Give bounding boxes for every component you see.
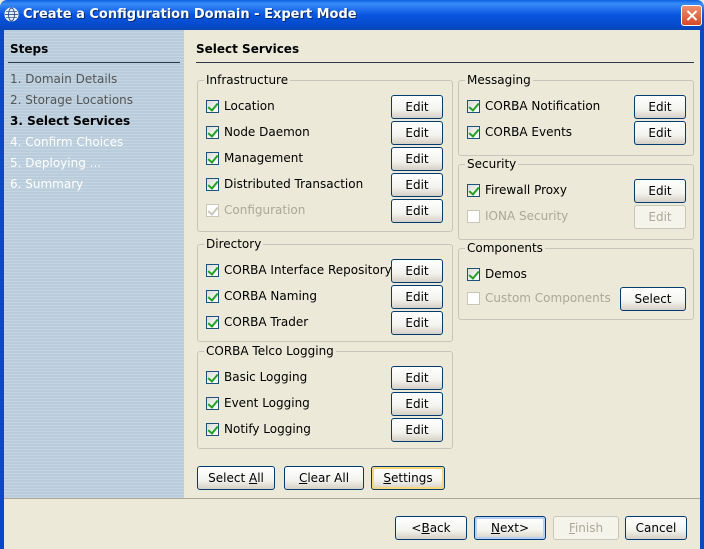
iona-security-checkbox (467, 210, 480, 223)
telco-logging-group: CORBA Telco Logging Basic Logging Edit E… (197, 344, 453, 449)
back-button[interactable]: <Back (395, 516, 467, 540)
edit-firewall-proxy-button[interactable]: Edit (634, 179, 686, 203)
globe-icon (4, 7, 19, 22)
wizard-footer: <Back Next> Finish Cancel (4, 499, 700, 549)
distributed-transaction-checkbox[interactable] (206, 178, 219, 191)
event-logging-checkbox[interactable] (206, 397, 219, 410)
corba-notification-checkbox[interactable] (467, 100, 480, 113)
edit-event-logging-button[interactable]: Edit (391, 392, 443, 416)
window-title: Create a Configuration Domain - Expert M… (23, 7, 357, 22)
infrastructure-group: Infrastructure Location Edit Node Daemon… (197, 73, 453, 232)
step-summary: 6. Summary (10, 177, 84, 191)
group-legend: Messaging (465, 73, 533, 87)
checkbox-label: Custom Components (485, 291, 611, 305)
sidebar-title: Steps (10, 42, 49, 56)
step-select-services: 3. Select Services (10, 114, 131, 128)
interface-repository-checkbox[interactable] (206, 264, 219, 277)
next-button[interactable]: Next> (474, 516, 546, 540)
title-divider (196, 62, 694, 63)
cancel-button[interactable]: Cancel (625, 516, 687, 540)
checkbox-label: CORBA Interface Repository (224, 263, 392, 277)
edit-naming-button[interactable]: Edit (391, 285, 443, 309)
close-icon[interactable] (681, 5, 702, 26)
checkbox-label: Node Daemon (224, 125, 310, 139)
security-group: Security Firewall Proxy Edit IONA Securi… (458, 157, 694, 240)
sidebar-divider (8, 62, 180, 63)
node-daemon-checkbox[interactable] (206, 126, 219, 139)
edit-corba-events-button[interactable]: Edit (634, 121, 686, 145)
window-border-right (700, 30, 704, 549)
edit-basic-logging-button[interactable]: Edit (391, 366, 443, 390)
edit-node-daemon-button[interactable]: Edit (391, 121, 443, 145)
checkbox-label: Distributed Transaction (224, 177, 364, 191)
step-confirm-choices: 4. Confirm Choices (10, 135, 124, 149)
messaging-group: Messaging CORBA Notification Edit CORBA … (458, 73, 694, 156)
steps-list: 1. Domain Details 2. Storage Locations 3… (10, 72, 133, 198)
step-domain-details: 1. Domain Details (10, 72, 118, 86)
trader-checkbox[interactable] (206, 316, 219, 329)
edit-interface-repository-button[interactable]: Edit (391, 259, 443, 283)
checkbox-label: Configuration (224, 203, 306, 217)
checkbox-label: CORBA Notification (485, 99, 601, 113)
settings-button[interactable]: Settings (371, 466, 445, 490)
edit-configuration-button[interactable]: Edit (391, 199, 443, 223)
step-deploying: 5. Deploying ... (10, 156, 102, 170)
checkbox-label: CORBA Trader (224, 315, 309, 329)
checkbox-label: Basic Logging (224, 370, 308, 384)
location-checkbox[interactable] (206, 100, 219, 113)
edit-notify-logging-button[interactable]: Edit (391, 418, 443, 442)
naming-checkbox[interactable] (206, 290, 219, 303)
finish-button: Finish (553, 516, 619, 540)
checkbox-label: CORBA Naming (224, 289, 317, 303)
checkbox-label: Firewall Proxy (485, 183, 567, 197)
edit-location-button[interactable]: Edit (391, 95, 443, 119)
select-all-button[interactable]: Select All (197, 466, 275, 490)
checkbox-label: Event Logging (224, 396, 310, 410)
edit-distributed-transaction-button[interactable]: Edit (391, 173, 443, 197)
directory-group: Directory CORBA Interface Repository Edi… (197, 237, 453, 342)
checkbox-label: Notify Logging (224, 422, 311, 436)
custom-components-checkbox (467, 292, 480, 305)
page-title: Select Services (196, 42, 300, 56)
corba-events-checkbox[interactable] (467, 126, 480, 139)
title-bar[interactable]: Create a Configuration Domain - Expert M… (0, 0, 704, 30)
management-checkbox[interactable] (206, 152, 219, 165)
group-legend: Infrastructure (204, 73, 291, 87)
edit-iona-security-button: Edit (634, 205, 686, 229)
steps-sidebar: Steps 1. Domain Details 2. Storage Locat… (4, 30, 184, 498)
checkbox-label: Demos (485, 267, 527, 281)
checkbox-label: IONA Security (485, 209, 569, 223)
edit-corba-notification-button[interactable]: Edit (634, 95, 686, 119)
demos-checkbox[interactable] (467, 268, 480, 281)
group-legend: Directory (204, 237, 264, 251)
checkbox-label: CORBA Events (485, 125, 573, 139)
group-legend: CORBA Telco Logging (204, 344, 336, 358)
checkbox-label: Location (224, 99, 275, 113)
firewall-proxy-checkbox[interactable] (467, 184, 480, 197)
step-storage-locations: 2. Storage Locations (10, 93, 134, 107)
main-panel: Select Services Infrastructure Location … (184, 30, 700, 498)
checkbox-label: Management (224, 151, 304, 165)
group-legend: Components (465, 241, 545, 255)
edit-management-button[interactable]: Edit (391, 147, 443, 171)
select-custom-components-button[interactable]: Select (620, 287, 686, 311)
clear-all-button[interactable]: Clear All (284, 466, 364, 490)
notify-logging-checkbox[interactable] (206, 423, 219, 436)
components-group: Components Demos Custom Components Selec… (458, 241, 694, 320)
basic-logging-checkbox[interactable] (206, 371, 219, 384)
edit-trader-button[interactable]: Edit (391, 311, 443, 335)
configuration-checkbox (206, 204, 219, 217)
group-legend: Security (465, 157, 519, 171)
